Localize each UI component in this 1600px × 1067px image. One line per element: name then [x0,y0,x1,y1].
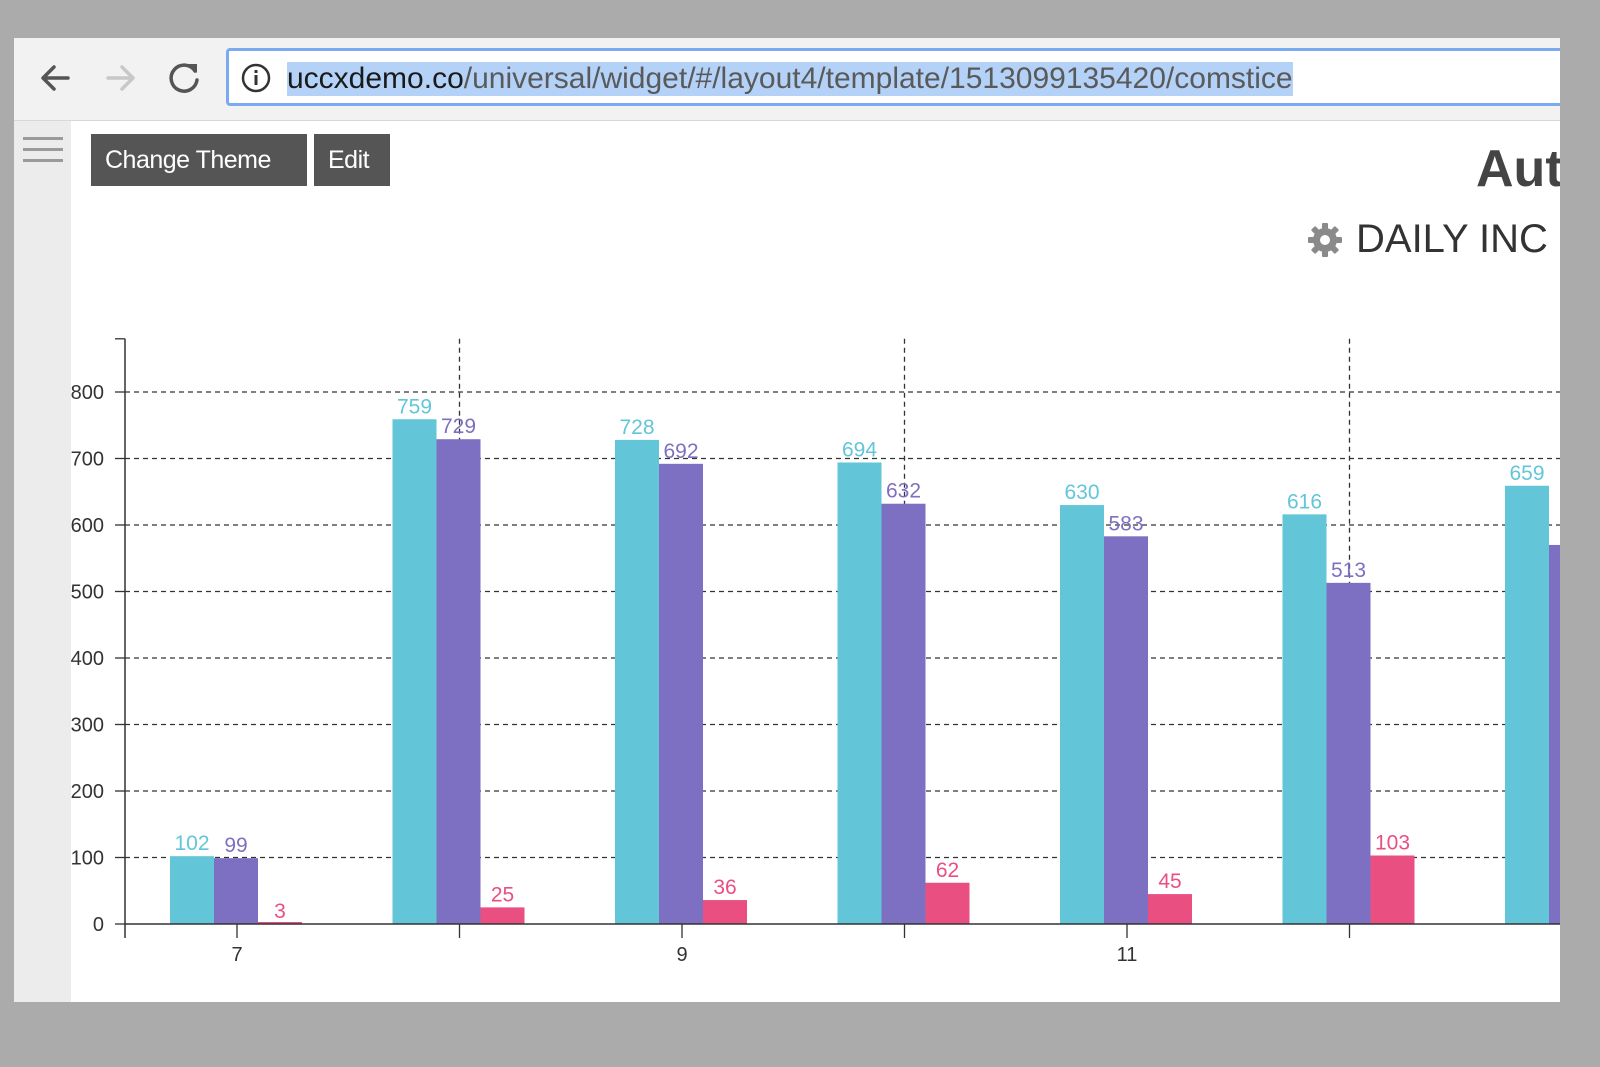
bar [1104,536,1148,924]
y-tick-label: 500 [71,582,104,604]
bar [925,882,970,924]
y-tick-label: 0 [93,914,104,936]
y-tick-label: 700 [71,449,104,471]
arrow-left-icon [41,65,70,91]
page-title: Aut [1476,140,1560,198]
info-icon[interactable] [241,63,271,93]
address-bar[interactable]: uccxdemo.co/universal/widget/#/layout4/t… [226,48,1560,106]
bar [837,462,882,924]
forward-button[interactable] [98,56,142,100]
bar [1549,544,1560,924]
data-label: 103 [1375,832,1410,855]
bar [703,900,747,924]
data-label: 659 [1509,462,1544,485]
x-tick-label: 11 [1117,944,1138,966]
bar [480,907,525,924]
data-label: 36 [713,876,736,899]
bar [1370,855,1415,924]
bar [392,419,437,924]
url-host: uccxdemo.co [287,62,464,95]
page-content: 0 100 200 300 400 500 600 700 800 7 9 11 102 759 728 6… [14,121,1560,1002]
x-tick-label: 9 [676,944,687,966]
bar [615,439,659,924]
edit-button[interactable]: Edit [314,134,390,186]
bar [214,858,258,924]
url-path: /universal/widget/#/layout4/template/151… [463,62,1293,95]
data-label: 45 [1158,870,1181,893]
data-label: 759 [397,395,432,418]
bar [881,503,926,924]
data-label: 728 [619,416,654,439]
bar [1148,894,1192,924]
browser-toolbar: uccxdemo.co/universal/widget/#/layout4/t… [14,38,1560,121]
bar [436,439,481,924]
widget-title: DAILY INC [1306,217,1548,262]
data-label: 25 [491,883,514,906]
y-tick-label: 600 [71,515,104,537]
bar [1505,485,1549,924]
data-label: 102 [174,832,209,855]
data-label: 692 [663,440,698,463]
data-label: 630 [1064,481,1099,504]
url-text[interactable]: uccxdemo.co/universal/widget/#/layout4/t… [287,62,1293,96]
y-tick-label: 300 [71,715,104,737]
gear-icon[interactable] [1306,221,1344,259]
data-label: 632 [886,480,921,503]
reload-icon [169,63,199,93]
y-tick-label: 400 [71,648,104,670]
data-label: 694 [842,438,877,461]
x-tick-label: 7 [231,944,242,966]
y-tick-label: 800 [71,382,104,404]
back-button[interactable] [34,56,78,100]
bar [659,463,703,924]
data-label: 583 [1108,512,1143,535]
y-tick-label: 200 [71,781,104,803]
change-theme-button[interactable]: Change Theme [91,134,307,186]
bar [1060,505,1104,924]
arrow-right-icon [106,65,135,91]
data-label: 513 [1331,559,1366,582]
data-label: 62 [936,859,959,882]
bar [1282,514,1327,924]
reload-button[interactable] [162,56,206,100]
widget-title-text: DAILY INC [1356,217,1548,261]
data-label: 99 [224,834,247,857]
data-label: 616 [1287,490,1322,513]
data-label: 3 [274,900,286,923]
bar [170,856,214,924]
data-label: 729 [441,415,476,438]
bar [1326,582,1371,924]
browser-window: uccxdemo.co/universal/widget/#/layout4/t… [14,38,1560,1002]
y-tick-label: 100 [71,848,104,870]
